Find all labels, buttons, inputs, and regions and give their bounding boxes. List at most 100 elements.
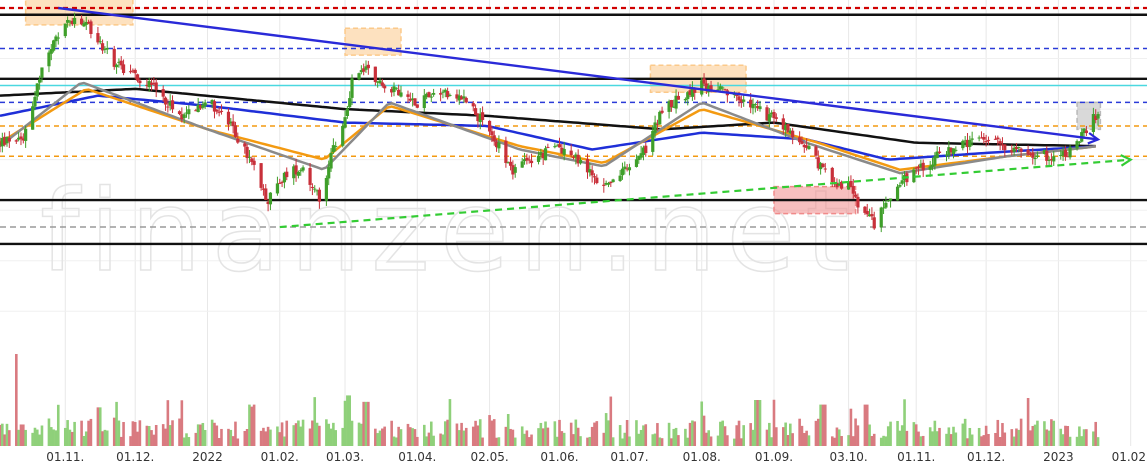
volume-bar-218 [707,430,711,446]
volume-bar-204 [660,438,664,446]
volume-bar-170 [553,421,557,446]
x-tick-label: 01.03. [326,450,364,464]
candle-body-10 [31,106,35,130]
candle-body-313 [1017,147,1021,149]
candle-body-324 [1052,156,1056,162]
volume-bar-163 [527,437,531,446]
volume-bar-172 [558,419,561,446]
volume-bar-306 [996,419,1000,446]
volume-bar-25 [80,420,83,446]
volume-bar-22 [68,429,72,446]
x-tick-label: 01.02. [1112,450,1147,464]
candle-body-250 [814,146,818,156]
volume-bar-198 [642,425,645,446]
volume-bar-191 [621,438,624,446]
volume-bar-257 [835,427,839,446]
volume-bar-103 [332,422,335,446]
candle-body-13 [38,79,42,83]
x-tick-label: 2022 [192,450,223,464]
volume-bar-15 [47,418,51,446]
volume-bar-49 [154,424,158,446]
candle-body-269 [872,217,876,229]
candle-body-317 [1031,152,1035,158]
candle-body-138 [446,91,450,98]
volume-bar-144 [464,427,468,446]
volume-bar-160 [520,426,524,446]
volume-bar-142 [460,422,463,446]
volume-bar-223 [723,426,727,446]
volume-bar-331 [1078,426,1081,446]
volume-bar-214 [693,421,697,446]
volume-bar-282 [917,431,920,446]
volume-bar-243 [789,423,792,446]
volume-bar-76 [245,429,249,446]
volume-bar-272 [884,436,888,446]
candle-body-299 [970,138,974,140]
volume-bar-118 [381,428,384,446]
volume-bar-291 [947,427,951,446]
candle-body-331 [1077,141,1081,143]
volume-bar-273 [886,426,890,446]
volume-bar-184 [595,421,599,446]
volume-bar-11 [33,427,37,446]
volume-bar-213 [691,420,694,446]
volume-bar-188 [609,396,613,446]
candle-body-274 [888,198,893,201]
candle-body-236 [767,114,771,122]
candle-body-11 [33,96,37,107]
volume-bar-244 [791,433,794,446]
volume-bar-51 [164,428,167,446]
candle-body-226 [735,95,739,97]
candle-body-84 [268,192,273,205]
volume-bar-100 [325,419,328,446]
volume-bar-12 [36,429,39,446]
candle-body-302 [982,136,986,140]
candle-body-51 [163,97,168,105]
volume-bar-91 [294,423,298,446]
volume-bar-302 [982,435,986,446]
volume-bar-140 [455,423,459,446]
volume-bar-200 [651,434,655,446]
volume-bar-42 [133,421,137,446]
candle-body-165 [536,155,541,162]
volume-bar-96 [311,420,314,446]
volume-bar-138 [446,419,449,446]
volume-bar-75 [243,430,247,446]
volume-bar-238 [772,399,776,446]
volume-bar-211 [686,437,690,446]
candle-body-239 [774,117,778,119]
volume-bar-114 [367,401,370,446]
volume-bar-1 [1,423,4,446]
volume-bar-68 [217,437,221,446]
candle-body-35 [112,48,116,67]
candle-body-272 [884,202,888,208]
volume-bar-327 [1064,425,1067,446]
volume-bar-77 [248,404,251,446]
candle-body-303 [984,141,988,143]
volume-bar-252 [819,404,822,446]
volume-bar-67 [215,425,219,446]
volume-bar-53 [168,425,172,446]
volume-bar-119 [383,426,386,446]
volume-bar-74 [236,438,240,446]
volume-bar-215 [700,401,704,446]
volume-bar-123 [397,426,400,446]
volume-bar-258 [837,429,841,446]
candle-body-179 [578,159,583,164]
volume-bar-113 [364,401,368,446]
volume-bar-203 [658,437,662,446]
volume-bar-145 [471,426,475,446]
volume-bar-332 [1080,436,1084,446]
volume-bar-154 [497,437,501,446]
volume-bar-326 [1061,434,1065,446]
volume-bar-288 [935,431,939,446]
candle-body-321 [1045,150,1049,161]
volume-bar-177 [574,419,578,446]
volume-bar-234 [758,400,762,446]
volume-bar-267 [868,424,871,446]
candle-body-110 [357,73,361,80]
candle-body-76 [245,146,249,159]
volume-bar-195 [635,420,638,446]
volume-bar-104 [334,430,338,446]
volume-bar-253 [821,404,825,446]
